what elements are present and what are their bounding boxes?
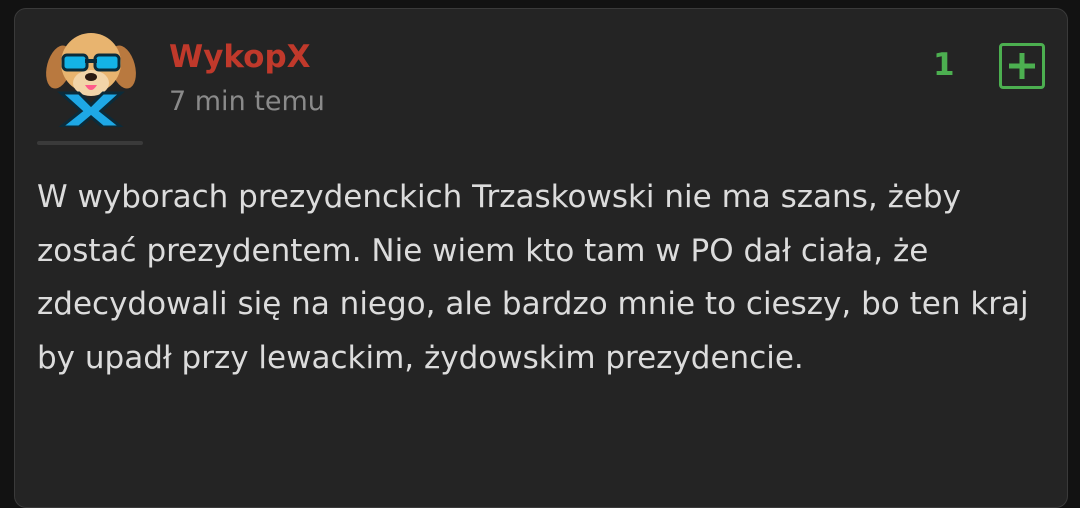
upvote-button[interactable]: [999, 43, 1045, 89]
dog-avatar-icon: [46, 33, 136, 129]
plus-icon: [1009, 53, 1035, 79]
vote-count: 1: [933, 47, 955, 83]
author-name[interactable]: WykopX: [169, 39, 311, 75]
comment-body: W wyborach prezydenckich Trzaskowski nie…: [37, 179, 1029, 376]
avatar-divider: [37, 141, 143, 145]
avatar[interactable]: [39, 23, 143, 129]
comment-card: WykopX 7 min temu 1 W wyborach prezydenc…: [14, 8, 1068, 508]
comment-time[interactable]: 7 min temu: [169, 86, 325, 117]
